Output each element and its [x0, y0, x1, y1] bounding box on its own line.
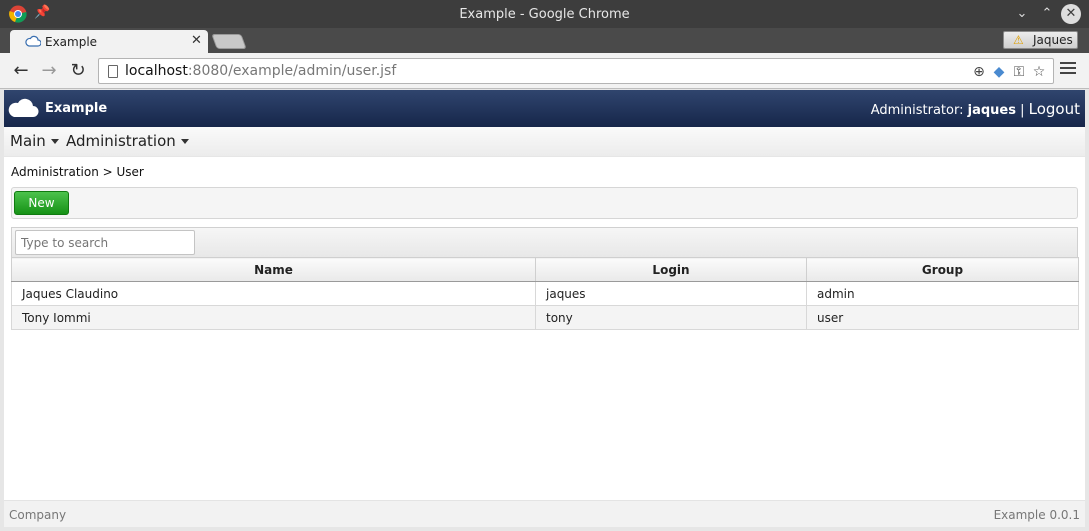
- footer-version: Example 0.0.1: [993, 508, 1080, 522]
- browser-toolbar: ← → ↻ localhost:8080/example/admin/user.…: [0, 53, 1089, 89]
- extension-cube-icon[interactable]: ◆: [989, 62, 1009, 82]
- cell-login: jaques: [535, 281, 807, 306]
- cloud-icon: [25, 35, 41, 47]
- table-row[interactable]: Jaques Claudino jaques admin: [11, 281, 1079, 306]
- user-prefix: Administrator:: [870, 103, 964, 118]
- window-title: Example - Google Chrome: [459, 7, 630, 22]
- omnibox-icons: ⊕ ◆ ⚿ ☆: [969, 62, 1049, 82]
- close-window-icon[interactable]: ✕: [1061, 4, 1081, 24]
- column-header-group[interactable]: Group: [806, 257, 1079, 282]
- cloud-logo-icon: [8, 98, 39, 117]
- zoom-icon[interactable]: ⊕: [969, 62, 989, 82]
- back-arrow-icon[interactable]: ←: [11, 61, 31, 81]
- window-titlebar: 📌 Example - Google Chrome ⌄ ⌃ ✕: [0, 0, 1089, 28]
- key-icon[interactable]: ⚿: [1009, 62, 1029, 82]
- menu-main[interactable]: Main: [10, 132, 59, 150]
- tab-example[interactable]: Example ✕: [10, 30, 208, 53]
- forward-arrow-icon[interactable]: →: [39, 61, 59, 81]
- menu-main-label: Main: [10, 132, 46, 150]
- warning-icon: ⚠: [1013, 33, 1024, 47]
- cell-group: user: [806, 305, 1079, 330]
- action-toolbar: New: [11, 187, 1078, 219]
- table-header-bar: [11, 227, 1078, 257]
- maximize-icon[interactable]: ⌃: [1037, 4, 1057, 24]
- search-input[interactable]: [15, 230, 195, 255]
- column-header-login[interactable]: Login: [535, 257, 807, 282]
- new-button[interactable]: New: [14, 191, 69, 215]
- breadcrumb: Administration > User: [11, 165, 144, 179]
- main-menu: Main Administration: [4, 127, 1085, 157]
- menu-administration-label: Administration: [66, 132, 176, 150]
- tab-strip: Example ✕ ⚠ Jaques: [0, 28, 1089, 53]
- user-name[interactable]: jaques: [968, 103, 1016, 118]
- page-icon: [108, 65, 118, 78]
- profile-name: Jaques: [1033, 33, 1073, 47]
- cell-group: admin: [806, 281, 1079, 306]
- url-text[interactable]: localhost:8080/example/admin/user.jsf: [125, 63, 396, 79]
- cell-name: Jaques Claudino: [11, 281, 536, 306]
- url-host: localhost: [125, 63, 188, 79]
- table-row[interactable]: Tony Iommi tony user: [11, 305, 1079, 330]
- cell-login: tony: [535, 305, 807, 330]
- caret-down-icon: [180, 139, 189, 144]
- footer-company: Company: [9, 508, 67, 522]
- menu-administration[interactable]: Administration: [66, 132, 189, 150]
- app-header: Example Administrator: jaques | Logout: [4, 90, 1085, 127]
- tab-label: Example: [45, 35, 98, 49]
- cell-name: Tony Iommi: [11, 305, 536, 330]
- reload-icon[interactable]: ↻: [68, 61, 88, 81]
- chrome-menu-icon[interactable]: [1060, 62, 1076, 78]
- logout-link[interactable]: Logout: [1029, 100, 1080, 118]
- user-separator: |: [1020, 103, 1025, 118]
- tab-close-icon[interactable]: ✕: [191, 33, 202, 48]
- user-area: Administrator: jaques | Logout: [871, 100, 1080, 118]
- web-page: Example Administrator: jaques | Logout M…: [4, 90, 1085, 527]
- address-bar[interactable]: localhost:8080/example/admin/user.jsf ⊕ ◆…: [98, 58, 1054, 84]
- caret-down-icon: [50, 139, 59, 144]
- users-grid: Name Login Group Jaques Claudino jaques …: [11, 257, 1079, 330]
- column-header-name[interactable]: Name: [11, 257, 536, 282]
- app-name[interactable]: Example: [45, 101, 107, 116]
- url-path: :8080/example/admin/user.jsf: [187, 63, 397, 79]
- page-footer: Company Example 0.0.1: [4, 500, 1085, 527]
- user-table: Name Login Group Jaques Claudino jaques …: [11, 227, 1079, 330]
- minimize-icon[interactable]: ⌄: [1012, 4, 1032, 24]
- new-tab-button[interactable]: [211, 34, 247, 49]
- profile-button[interactable]: ⚠ Jaques: [1003, 31, 1078, 49]
- bookmark-star-icon[interactable]: ☆: [1029, 62, 1049, 82]
